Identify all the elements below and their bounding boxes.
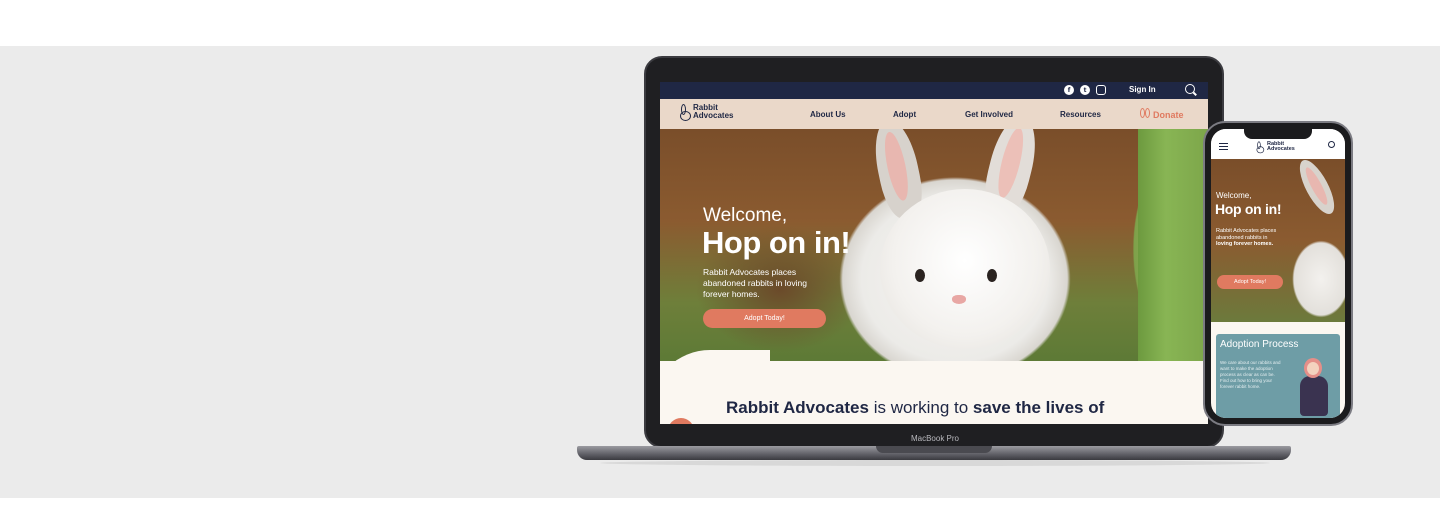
- phone-screen: Rabbit Advocates Welcome, Hop on in! Rab…: [1211, 129, 1345, 418]
- phone-subtitle-plain: Rabbit Advocates places abandoned rabbit…: [1216, 228, 1277, 241]
- adoption-process-card[interactable]: Adoption Process We care about our rabbi…: [1216, 334, 1340, 418]
- tagline-middle: is working to: [868, 398, 973, 417]
- search-icon[interactable]: [1185, 84, 1195, 94]
- mission-tagline: Rabbit Advocates is working to save the …: [726, 398, 1104, 418]
- nav-about-us[interactable]: About Us: [810, 110, 846, 119]
- facebook-icon[interactable]: f: [1064, 85, 1074, 95]
- phone-logo-line-2: Advocates: [1267, 146, 1295, 152]
- rabbit-eye-left: [915, 269, 925, 282]
- hero-welcome: Welcome,: [703, 205, 788, 226]
- rabbit-eye-right: [987, 269, 997, 282]
- rabbit-nose: [952, 295, 966, 304]
- hero-section: Welcome, Hop on in! Rabbit Advocates pla…: [660, 129, 1208, 361]
- logo[interactable]: Rabbit Advocates: [680, 104, 733, 121]
- illustration-face: [1307, 362, 1319, 375]
- logo-line-2: Advocates: [693, 111, 734, 120]
- laptop-shadow: [600, 460, 1270, 466]
- laptop-screen: f t Sign In Rabbit Advocates About Us Ad…: [660, 82, 1208, 424]
- phone-hero-headline: Hop on in!: [1215, 201, 1282, 217]
- laptop-hinge-notch: [876, 446, 992, 453]
- nav-adopt[interactable]: Adopt: [893, 110, 916, 119]
- rabbit-ear: [1293, 159, 1341, 219]
- donate-label: Donate: [1153, 109, 1184, 120]
- tagline-emphasis: save the lives of: [972, 398, 1105, 417]
- rabbit-logo-icon: [1256, 141, 1265, 154]
- nav-resources[interactable]: Resources: [1060, 110, 1101, 119]
- phone-hero-subtitle: Rabbit Advocates places abandoned rabbit…: [1216, 228, 1278, 248]
- phone-logo[interactable]: Rabbit Advocates: [1255, 139, 1295, 155]
- sign-in-link[interactable]: Sign In: [1129, 85, 1156, 94]
- phone-adopt-today-button[interactable]: Adopt Today!: [1217, 275, 1283, 289]
- bunny-ears-icon: [1140, 108, 1150, 121]
- illustration-person: [1300, 376, 1328, 416]
- logo-text: Rabbit Advocates: [693, 104, 733, 120]
- hero-subtitle: Rabbit Advocates places abandoned rabbit…: [703, 267, 807, 299]
- hero-background-post: [1138, 129, 1208, 361]
- donate-button[interactable]: Donate: [1140, 108, 1184, 121]
- search-icon[interactable]: [1328, 141, 1335, 148]
- phone-notch: [1244, 129, 1312, 139]
- hero-headline: Hop on in!: [702, 225, 851, 260]
- twitter-icon[interactable]: t: [1080, 85, 1090, 95]
- nav-get-involved[interactable]: Get Involved: [965, 110, 1013, 119]
- phone-hero-welcome: Welcome,: [1216, 191, 1252, 200]
- adoption-process-text: We care about our rabbits and want to ma…: [1220, 360, 1281, 389]
- hamburger-menu-icon[interactable]: [1219, 143, 1228, 150]
- main-nav: Rabbit Advocates About Us Adopt Get Invo…: [660, 99, 1208, 129]
- phone-hero: Welcome, Hop on in! Rabbit Advocates pla…: [1211, 159, 1345, 322]
- adoption-process-title: Adoption Process: [1220, 339, 1299, 350]
- rabbit-logo-icon: [680, 104, 691, 121]
- rabbit-photo: [880, 189, 1050, 349]
- phone-subtitle-bold: loving forever homes.: [1216, 241, 1274, 247]
- adopt-today-button[interactable]: Adopt Today!: [703, 309, 826, 328]
- phone-logo-text: Rabbit Advocates: [1267, 141, 1295, 153]
- utility-bar: f t Sign In: [660, 82, 1208, 99]
- instagram-icon[interactable]: [1096, 85, 1106, 95]
- laptop-model-label: MacBook Pro: [910, 434, 960, 443]
- tagline-org: Rabbit Advocates: [726, 398, 869, 417]
